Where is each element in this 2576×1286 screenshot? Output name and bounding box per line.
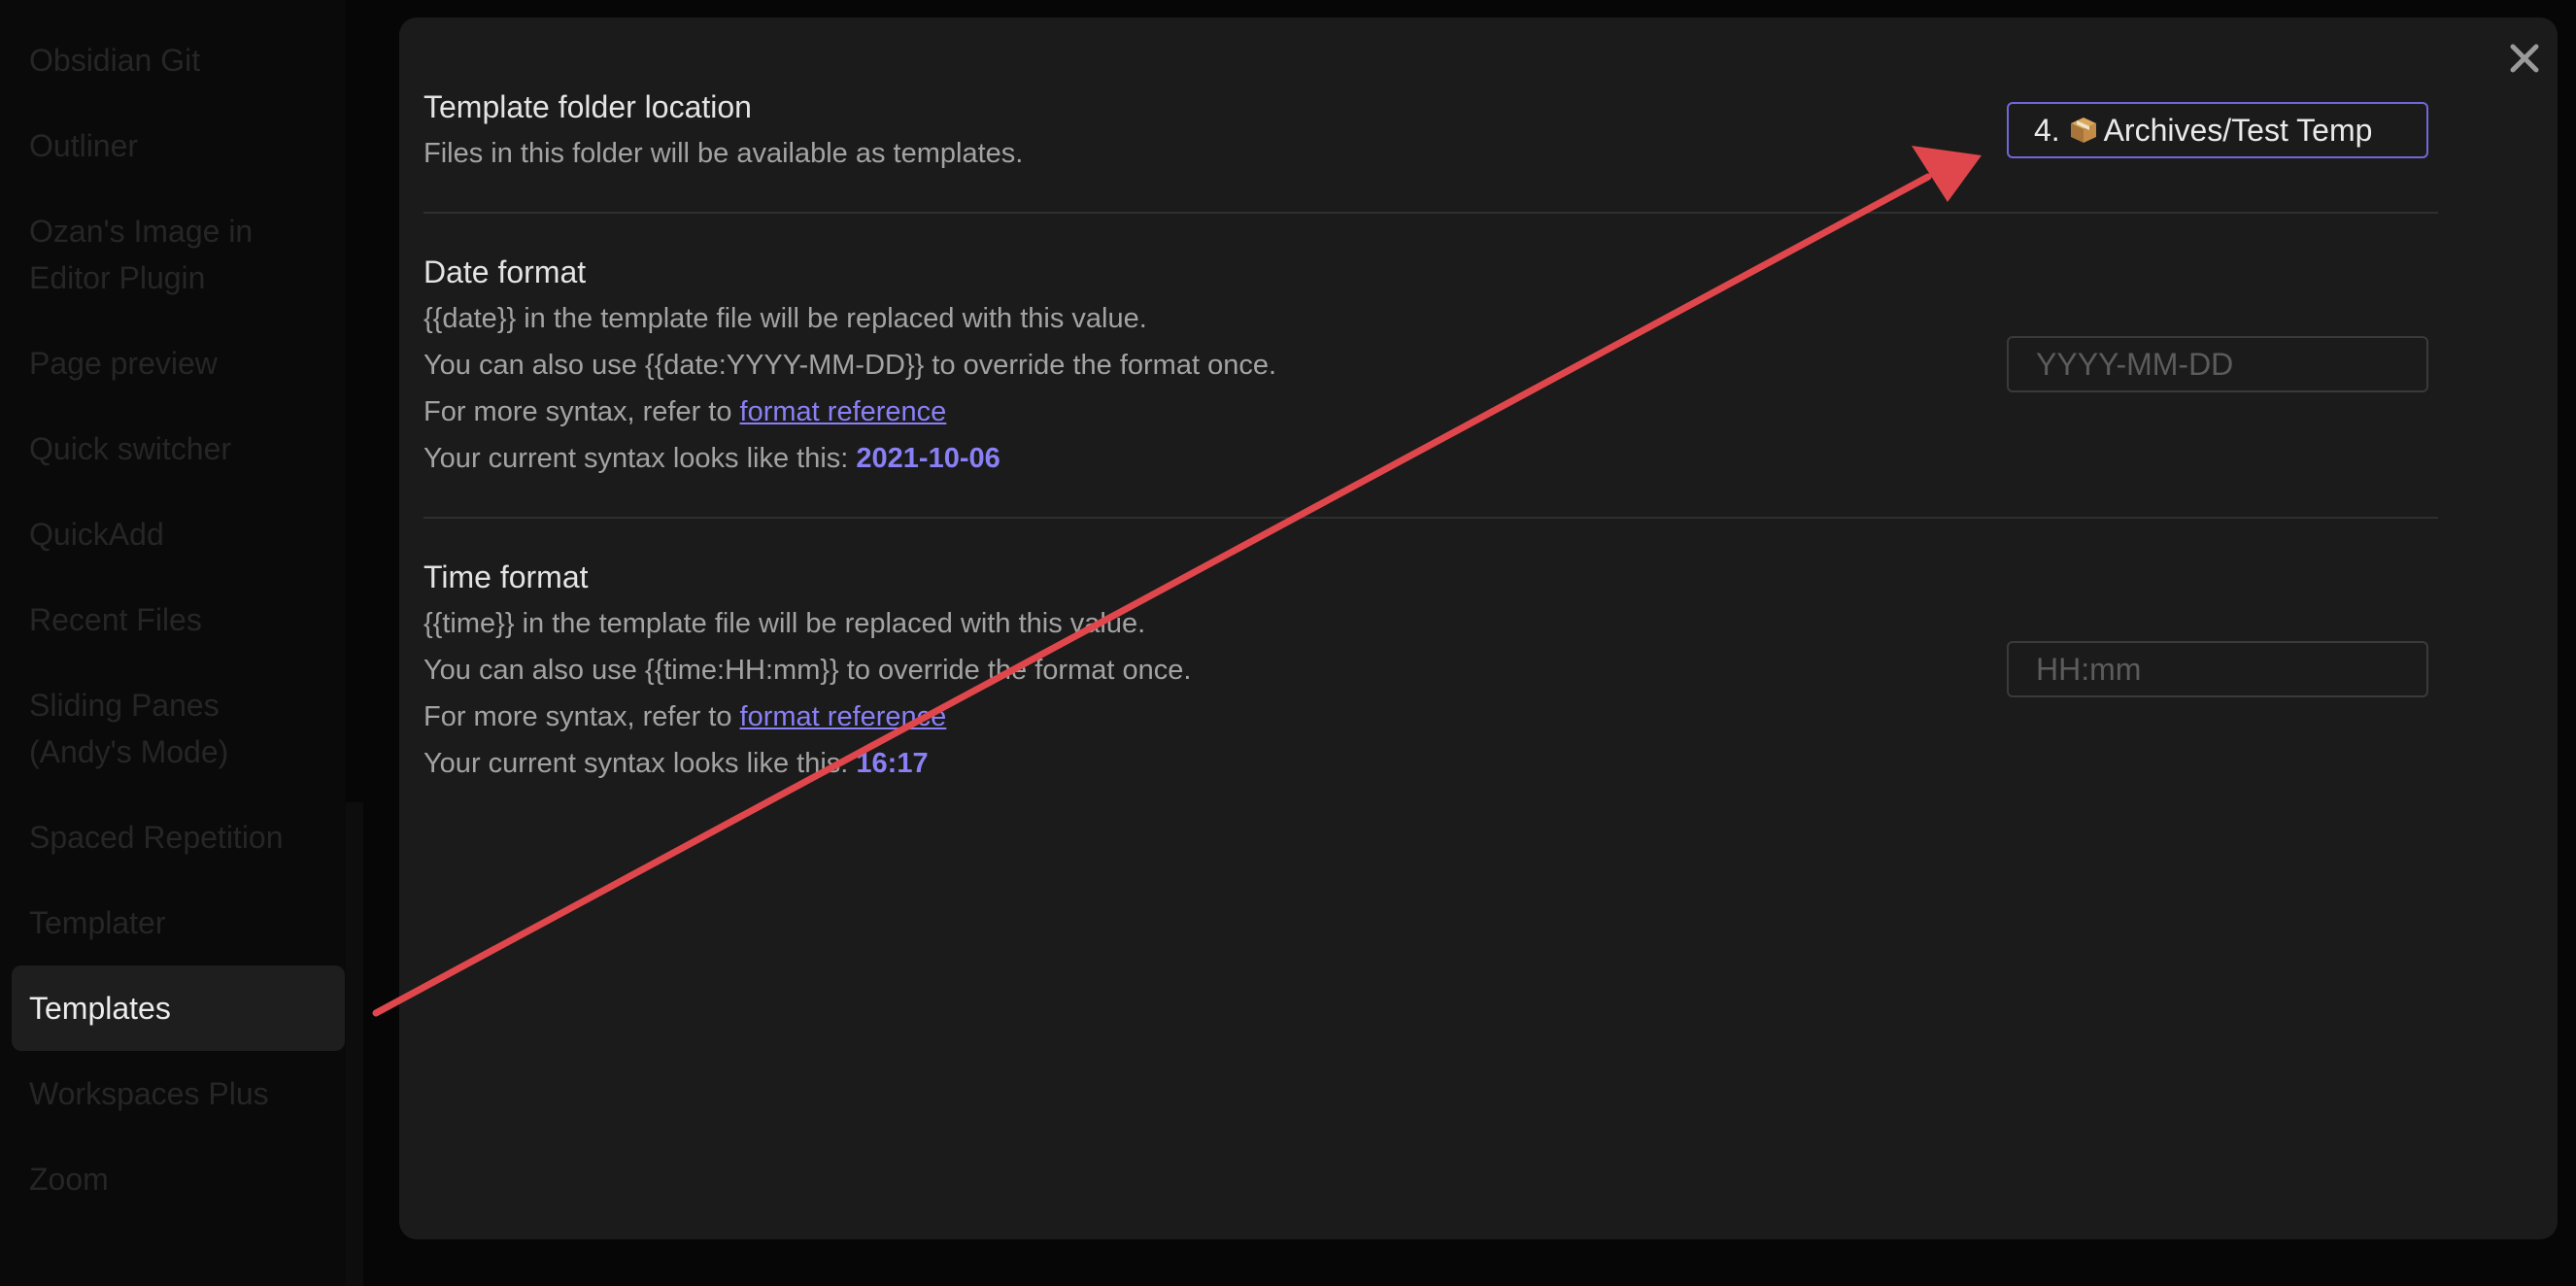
- folder-value-prefix: 4.: [2034, 113, 2069, 148]
- sidebar-item-label: QuickAdd: [29, 517, 164, 552]
- package-icon: [2070, 118, 2096, 143]
- setting-name: Date format: [424, 254, 587, 289]
- sidebar-item-quickadd[interactable]: QuickAdd: [12, 511, 345, 558]
- sidebar-item-label: Obsidian Git: [29, 43, 201, 78]
- preview-prefix: Your current syntax looks like this:: [424, 748, 857, 779]
- sidebar-item-label: Recent Files: [29, 602, 202, 637]
- divider: [424, 517, 2438, 519]
- template-folder-input[interactable]: 4. Archives/Test Temp: [2007, 102, 2428, 158]
- sidebar-item-label: Sliding Panes (Andy's Mode): [29, 688, 229, 769]
- sidebar-item-label: Outliner: [29, 128, 139, 163]
- setting-description-line: For more syntax, refer to format referen…: [424, 694, 2438, 740]
- sidebar-item-outliner[interactable]: Outliner: [12, 122, 345, 169]
- setting-description-line: Your current syntax looks like this: 16:…: [424, 740, 2438, 787]
- sidebar-item-spaced-repetition[interactable]: Spaced Repetition: [12, 814, 345, 861]
- sidebar-item-label: Workspaces Plus: [29, 1076, 269, 1111]
- settings-modal: Template folder location Files in this f…: [399, 17, 2558, 1239]
- setting-description-line: For more syntax, refer to format referen…: [424, 389, 2438, 435]
- app-window: Obsidian Git Outliner Ozan's Image in Ed…: [0, 0, 2576, 1286]
- sidebar-item-label: Templates: [29, 991, 171, 1026]
- reference-prefix: For more syntax, refer to: [424, 396, 740, 427]
- sidebar-item-label: Page preview: [29, 346, 218, 381]
- sidebar-item-ozans-image-in-editor[interactable]: Ozan's Image in Editor Plugin: [12, 208, 322, 301]
- format-reference-link[interactable]: format reference: [740, 701, 947, 732]
- date-preview-value: 2021-10-06: [856, 443, 1000, 474]
- setting-name: Time format: [424, 559, 589, 594]
- sidebar-item-workspaces-plus[interactable]: Workspaces Plus: [12, 1070, 345, 1117]
- sidebar-item-quick-switcher[interactable]: Quick switcher: [12, 425, 345, 472]
- time-preview-value: 16:17: [856, 748, 929, 779]
- sidebar-item-recent-files[interactable]: Recent Files: [12, 596, 345, 643]
- divider: [424, 212, 2438, 214]
- reference-prefix: For more syntax, refer to: [424, 701, 740, 732]
- sidebar-item-page-preview[interactable]: Page preview: [12, 340, 345, 387]
- sidebar-item-obsidian-git[interactable]: Obsidian Git: [12, 37, 345, 84]
- setting-description-line: {{time}} in the template file will be re…: [424, 608, 1146, 639]
- sidebar-scrollbar[interactable]: [346, 802, 363, 1286]
- sidebar-item-templater[interactable]: Templater: [12, 899, 345, 946]
- sidebar-item-label: Quick switcher: [29, 431, 232, 466]
- close-icon: [2510, 44, 2539, 73]
- sidebar-item-label: Spaced Repetition: [29, 820, 284, 855]
- time-format-input[interactable]: [2007, 641, 2428, 697]
- settings-sidebar: Obsidian Git Outliner Ozan's Image in Ed…: [0, 0, 346, 1286]
- setting-description-line: Your current syntax looks like this: 202…: [424, 435, 2438, 482]
- sidebar-item-label: Templater: [29, 905, 166, 940]
- close-button[interactable]: [2495, 29, 2554, 87]
- sidebar-item-sliding-panes[interactable]: Sliding Panes (Andy's Mode): [12, 682, 303, 775]
- preview-prefix: Your current syntax looks like this:: [424, 443, 857, 474]
- date-format-input[interactable]: [2007, 336, 2428, 392]
- format-reference-link[interactable]: format reference: [740, 396, 947, 427]
- sidebar-item-zoom[interactable]: Zoom: [12, 1156, 345, 1202]
- folder-value-text: Archives/Test Temp: [2103, 113, 2373, 148]
- setting-description-line: {{date}} in the template file will be re…: [424, 303, 1147, 334]
- sidebar-item-label: Ozan's Image in Editor Plugin: [29, 214, 254, 295]
- sidebar-item-label: Zoom: [29, 1162, 109, 1197]
- sidebar-item-templates[interactable]: Templates: [12, 965, 345, 1051]
